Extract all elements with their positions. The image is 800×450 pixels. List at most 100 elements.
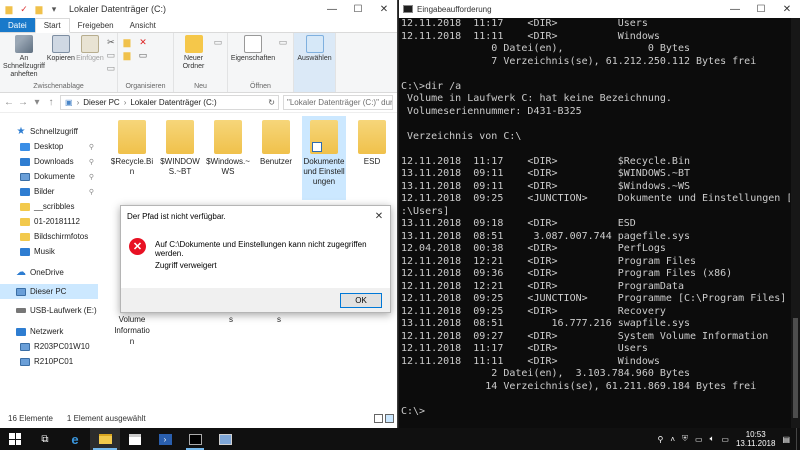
- rename-icon[interactable]: ▭: [137, 50, 149, 60]
- music-icon: [20, 247, 30, 256]
- nav-item[interactable]: R210PC01: [0, 354, 98, 369]
- file-item[interactable]: $Windows.~WS: [206, 116, 250, 177]
- select-button[interactable]: Auswählen: [297, 35, 332, 63]
- cut-icon[interactable]: ✂: [105, 37, 117, 47]
- breadcrumb-this-pc[interactable]: Dieser PC: [83, 98, 119, 107]
- console-line: Volumeseriennummer: D431-B325: [401, 105, 582, 117]
- tab-freigeben[interactable]: Freigeben: [70, 18, 122, 32]
- properties-icon: [244, 35, 262, 53]
- properties-label: Eigenschaften: [230, 55, 276, 62]
- file-explorer-button[interactable]: [90, 428, 120, 450]
- nav-item[interactable]: __scribbles: [0, 199, 98, 214]
- start-button[interactable]: [0, 428, 30, 450]
- nav-item[interactable]: Desktop ⚲: [0, 139, 98, 154]
- task-view-button[interactable]: ⧉: [30, 428, 60, 450]
- paste-button[interactable]: Einfügen: [76, 35, 104, 63]
- nav-item[interactable]: Bildschirmfotos: [0, 229, 98, 244]
- nav-item[interactable]: Musik: [0, 244, 98, 259]
- edge-button[interactable]: e: [60, 428, 90, 450]
- nav-item-label: __scribbles: [34, 202, 75, 211]
- minimize-button[interactable]: —: [319, 0, 345, 18]
- console-maximize-button[interactable]: ☐: [748, 0, 774, 18]
- address-bar[interactable]: ▣ › Dieser PC › Lokaler Datenträger (C:)…: [60, 95, 279, 110]
- notifications-icon[interactable]: ▤: [782, 435, 790, 444]
- nav-item-label: Bildschirmfotos: [34, 232, 89, 241]
- console-minimize-button[interactable]: —: [722, 0, 748, 18]
- console-line: 13.11.2018 08:51 3.087.007.744 pagefile.…: [401, 230, 690, 242]
- properties-button[interactable]: Eigenschaften: [231, 35, 275, 63]
- breadcrumb-separator-icon: ›: [76, 98, 80, 107]
- show-hidden-icons-icon[interactable]: ˄: [670, 435, 675, 444]
- nav-item[interactable]: Downloads ⚲: [0, 154, 98, 169]
- refresh-icon[interactable]: ↻: [268, 98, 278, 107]
- console-output[interactable]: 12.11.2018 11:17 <DIR> Users 12.11.2018 1…: [399, 18, 790, 428]
- clock[interactable]: 10:53 13.11.2018: [736, 430, 775, 448]
- copy-to-icon[interactable]: ▆: [121, 50, 133, 60]
- close-button[interactable]: ✕: [371, 0, 397, 18]
- nav-item[interactable]: R203PC01W10: [0, 339, 98, 354]
- tab-start[interactable]: Start: [34, 18, 70, 33]
- new-folder-button[interactable]: Neuer Ordner: [177, 35, 210, 71]
- show-desktop-button[interactable]: [796, 428, 800, 450]
- up-arrow-icon[interactable]: ↑: [46, 97, 56, 108]
- copy-path-icon[interactable]: ▭: [105, 50, 117, 60]
- file-item[interactable]: Dokumente und Einstellungen: [302, 116, 346, 200]
- console-close-button[interactable]: ✕: [774, 0, 800, 18]
- paste-shortcut-icon[interactable]: ▭: [105, 63, 117, 73]
- computer-icon: ▣: [65, 98, 73, 107]
- nav-item[interactable]: USB-Laufwerk (E:): [0, 303, 98, 318]
- defender-icon[interactable]: ⛨: [682, 434, 688, 444]
- navigation-pane: ★ Schnellzugriff Desktop ⚲ Downloads ⚲ Dokumen…: [0, 114, 98, 408]
- file-item[interactable]: $Recycle.Bin: [110, 116, 154, 177]
- console-scrollbar[interactable]: [791, 18, 800, 428]
- tab-ansicht[interactable]: Ansicht: [122, 18, 164, 32]
- pin-quick-access-button[interactable]: An Schnellzugriff anheften: [3, 35, 45, 79]
- console-line: 13.11.2018 08:51 16.777.216 swapfile.sys: [401, 318, 690, 329]
- tab-datei[interactable]: Datei: [0, 18, 35, 32]
- open-icon[interactable]: ▭: [277, 37, 289, 47]
- properties-icon[interactable]: ✓: [18, 3, 30, 15]
- ok-button[interactable]: OK: [340, 293, 382, 308]
- search-input[interactable]: "Lokaler Datenträger (C:)" durc...: [283, 95, 393, 110]
- nav-item[interactable]: Dokumente ⚲: [0, 169, 98, 184]
- large-icons-view-icon[interactable]: [385, 413, 394, 423]
- file-item[interactable]: ESD: [350, 116, 394, 167]
- new-item-icon[interactable]: ▭: [212, 37, 224, 47]
- keyboard-icon[interactable]: ▭: [721, 435, 729, 444]
- folder-icon: [20, 217, 30, 226]
- delete-icon[interactable]: ✕: [137, 37, 149, 47]
- copy-button[interactable]: Kopieren: [47, 35, 75, 63]
- details-view-icon[interactable]: [374, 413, 383, 423]
- recent-locations-icon[interactable]: ▾: [32, 97, 42, 108]
- back-arrow-icon[interactable]: ←: [4, 97, 14, 108]
- network-icon[interactable]: ▭: [695, 435, 703, 444]
- maximize-button[interactable]: ☐: [345, 0, 371, 18]
- nav-item[interactable]: Netzwerk: [0, 324, 98, 339]
- nav-item[interactable]: 01-20181112: [0, 214, 98, 229]
- forward-arrow-icon[interactable]: →: [18, 97, 28, 108]
- new-folder-icon[interactable]: ▆: [33, 3, 45, 15]
- volume-icon[interactable]: 🔈︎: [710, 434, 715, 444]
- move-to-icon[interactable]: ▆: [121, 37, 133, 47]
- breadcrumb-local-disk[interactable]: Lokaler Datenträger (C:): [130, 98, 216, 107]
- people-icon[interactable]: ⚲: [658, 435, 664, 444]
- nav-item[interactable]: Bilder ⚲: [0, 184, 98, 199]
- file-item[interactable]: Benutzer: [254, 116, 298, 167]
- console-line: 12.11.2018 11:17 <DIR> $Recycle.Bin: [401, 155, 690, 167]
- dialog-close-button[interactable]: ✕: [368, 211, 390, 222]
- powershell-button[interactable]: ›: [150, 428, 180, 450]
- remote-desktop-button[interactable]: [210, 428, 240, 450]
- clipboard-group-label: Zwischenablage: [33, 83, 84, 90]
- nav-item[interactable]: Dieser PC: [0, 284, 98, 299]
- scrollbar-thumb[interactable]: [793, 318, 798, 418]
- nav-item[interactable]: ☁ OneDrive: [0, 265, 98, 280]
- quick-access-dropdown-icon[interactable]: ▾: [48, 3, 60, 15]
- ribbon-group-select: Auswählen: [294, 33, 336, 92]
- command-prompt-button[interactable]: [180, 428, 210, 450]
- file-item[interactable]: $WINDOWS.~BT: [158, 116, 202, 177]
- pin-icon: [14, 35, 33, 53]
- store-button[interactable]: [120, 428, 150, 450]
- console-line: 12.11.2018 09:36 <DIR> Program Files (x8…: [401, 268, 733, 279]
- nav-item[interactable]: ★ Schnellzugriff: [0, 124, 98, 139]
- file-item-label: Dokumente und Einstellungen: [303, 157, 345, 186]
